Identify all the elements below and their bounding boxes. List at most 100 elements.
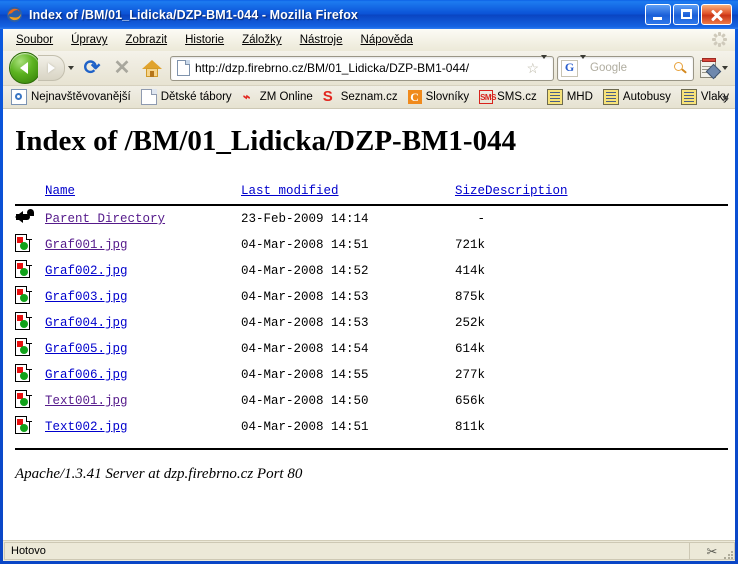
- page-content: Index of /BM/01_Lidicka/DZP-BM1-044 Name…: [3, 109, 735, 540]
- column-header-size[interactable]: Size: [455, 184, 485, 198]
- file-description: [485, 232, 723, 258]
- file-modified: 04-Mar-2008 14:53: [241, 316, 369, 330]
- image-file-icon: [15, 389, 32, 409]
- file-description: [485, 258, 723, 284]
- file-description: [485, 336, 723, 362]
- bookmark-label: SMS.cz: [497, 91, 537, 103]
- reload-button[interactable]: ⟳: [77, 54, 107, 82]
- table-row[interactable]: Graf005.jpg 04-Mar-2008 14:54 614k: [15, 336, 723, 362]
- file-link[interactable]: Graf001.jpg: [45, 238, 128, 252]
- bookmark-nejnavstevovanejsi[interactable]: Nejnavštěvovanější: [6, 87, 136, 107]
- menu-nastroje[interactable]: Nástroje: [291, 31, 352, 49]
- bookmark-zm-online[interactable]: ⌁ ZM Online: [237, 88, 318, 106]
- address-bar[interactable]: http://dzp.firebrno.cz/BM/01_Lidicka/DZP…: [170, 55, 554, 81]
- horizontal-rule: [15, 448, 728, 450]
- file-link[interactable]: Text002.jpg: [45, 420, 128, 434]
- file-link[interactable]: Graf005.jpg: [45, 342, 128, 356]
- column-header-description[interactable]: Description: [485, 184, 568, 198]
- toolbar-overflow-button[interactable]: [719, 66, 731, 70]
- bookmark-mhd[interactable]: MHD: [542, 87, 598, 107]
- scissors-icon[interactable]: ✂: [707, 545, 718, 558]
- home-button[interactable]: [137, 54, 167, 82]
- file-description: [485, 284, 723, 310]
- forward-button[interactable]: [38, 55, 65, 81]
- history-dropdown-button[interactable]: [65, 66, 77, 70]
- search-bar[interactable]: G Google: [557, 55, 694, 81]
- bookmark-seznam-cz[interactable]: S Seznam.cz: [318, 88, 403, 106]
- file-modified: 04-Mar-2008 14:54: [241, 342, 369, 356]
- menu-zalozky[interactable]: Záložky: [233, 31, 291, 49]
- search-icon[interactable]: [673, 61, 689, 76]
- google-icon[interactable]: G: [561, 59, 578, 77]
- throbber-icon: [712, 32, 727, 47]
- menu-upravy[interactable]: Úpravy: [62, 31, 116, 49]
- parent-directory-icon: [15, 208, 34, 226]
- menu-napoveda-label: Nápověda: [360, 34, 413, 46]
- file-link[interactable]: Graf002.jpg: [45, 264, 128, 278]
- bookmark-autobusy[interactable]: Autobusy: [598, 87, 676, 107]
- file-description: [485, 414, 723, 440]
- maximize-button[interactable]: [673, 4, 699, 25]
- resize-grip[interactable]: [723, 550, 733, 560]
- sms-icon: SMS: [479, 90, 496, 104]
- image-file-icon: [15, 285, 32, 305]
- image-file-icon: [15, 233, 32, 253]
- table-row[interactable]: Graf004.jpg 04-Mar-2008 14:53 252k: [15, 310, 723, 336]
- notes-button-icon[interactable]: [697, 58, 722, 80]
- bookmark-detske-tabory[interactable]: Dětské tábory: [136, 87, 237, 107]
- title-bar: Index of /BM/01_Lidicka/DZP-BM1-044 - Mo…: [0, 0, 738, 29]
- menu-soubor[interactable]: Soubor: [7, 31, 62, 49]
- bookmark-star-icon[interactable]: ☆: [526, 61, 539, 75]
- browser-window: Index of /BM/01_Lidicka/DZP-BM1-044 - Mo…: [0, 0, 738, 564]
- bookmark-sms-cz[interactable]: SMS SMS.cz: [474, 88, 542, 106]
- file-link[interactable]: Graf004.jpg: [45, 316, 128, 330]
- file-modified: 04-Mar-2008 14:51: [241, 238, 369, 252]
- window-controls: [645, 4, 734, 25]
- file-size: 656k: [454, 394, 485, 408]
- column-header-last-modified[interactable]: Last modified: [241, 184, 339, 198]
- bookmark-slovniky[interactable]: C Slovníky: [403, 88, 474, 106]
- table-header-row: Name Last modified Size Description: [15, 178, 723, 204]
- menu-nastroje-label: Nástroje: [299, 34, 343, 46]
- table-row[interactable]: Parent Directory 23-Feb-2009 14:14 -: [15, 206, 723, 232]
- table-row[interactable]: Graf002.jpg 04-Mar-2008 14:52 414k: [15, 258, 723, 284]
- file-link[interactable]: Text001.jpg: [45, 394, 128, 408]
- file-link[interactable]: Parent Directory: [45, 212, 165, 226]
- header-icon-cell: [15, 178, 45, 204]
- table-row[interactable]: Graf001.jpg 04-Mar-2008 14:51 721k: [15, 232, 723, 258]
- file-link[interactable]: Graf006.jpg: [45, 368, 128, 382]
- search-input[interactable]: Google: [590, 62, 673, 74]
- book-icon: [602, 89, 619, 105]
- search-engine-dropdown[interactable]: [580, 55, 586, 77]
- table-row[interactable]: Text001.jpg 04-Mar-2008 14:50 656k: [15, 388, 723, 414]
- table-row[interactable]: Graf006.jpg 04-Mar-2008 14:55 277k: [15, 362, 723, 388]
- page-title: Index of /BM/01_Lidicka/DZP-BM1-044: [15, 125, 517, 157]
- file-size: 875k: [454, 290, 485, 304]
- file-description: [485, 388, 723, 414]
- table-row[interactable]: Text002.jpg 04-Mar-2008 14:51 811k: [15, 414, 723, 440]
- url-dropdown-button[interactable]: [541, 55, 547, 77]
- menu-zobrazit[interactable]: Zobrazit: [117, 31, 177, 49]
- column-header-name[interactable]: Name: [45, 184, 75, 198]
- status-bar: Hotovo ✂: [3, 540, 735, 561]
- file-modified: 04-Mar-2008 14:55: [241, 368, 369, 382]
- file-modified: 04-Mar-2008 14:52: [241, 264, 369, 278]
- stop-button[interactable]: ✕: [107, 54, 137, 82]
- close-button[interactable]: [701, 4, 732, 25]
- minimize-button[interactable]: [645, 4, 671, 25]
- browser-chrome: Soubor Úpravy Zobrazit Historie Záložky …: [3, 29, 735, 561]
- table-row[interactable]: Graf003.jpg 04-Mar-2008 14:53 875k: [15, 284, 723, 310]
- bookmark-label: Slovníky: [425, 91, 470, 103]
- file-modified: 23-Feb-2009 14:14: [241, 212, 369, 226]
- bookmark-label: MHD: [566, 91, 593, 103]
- file-link[interactable]: Graf003.jpg: [45, 290, 128, 304]
- toolbar-extras: [694, 58, 731, 80]
- seznam-s-icon: S: [322, 88, 333, 105]
- bookmarks-overflow-icon[interactable]: »: [722, 90, 729, 105]
- menu-historie[interactable]: Historie: [176, 31, 233, 49]
- window-title: Index of /BM/01_Lidicka/DZP-BM1-044 - Mo…: [29, 7, 358, 22]
- menu-napoveda[interactable]: Nápověda: [352, 31, 422, 49]
- back-button[interactable]: [9, 52, 41, 84]
- file-modified: 04-Mar-2008 14:51: [241, 420, 369, 434]
- file-size: 277k: [454, 368, 485, 382]
